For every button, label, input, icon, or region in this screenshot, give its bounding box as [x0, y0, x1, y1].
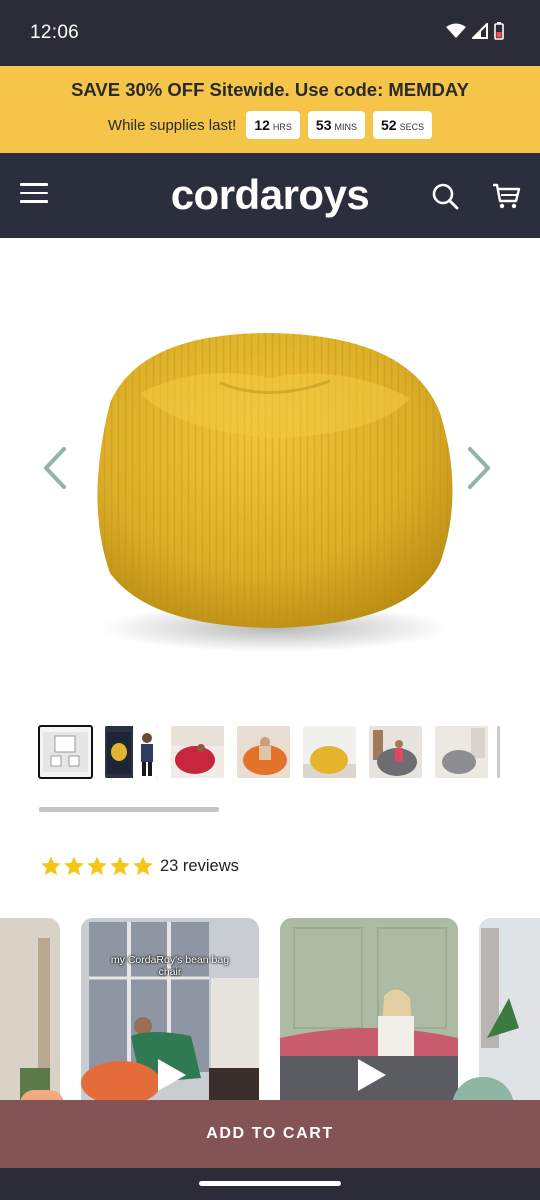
- video-card-partial[interactable]: [0, 918, 60, 1100]
- star-icon: [133, 856, 153, 876]
- star-icon: [110, 856, 130, 876]
- promo-banner[interactable]: SAVE 30% OFF Sitewide. Use code: MEMDAY …: [0, 66, 540, 153]
- video-caption: my CordaRoy's bean bag chair: [110, 954, 230, 978]
- status-time: 12:06: [30, 22, 80, 43]
- play-icon[interactable]: [350, 1055, 390, 1095]
- status-icons: [446, 22, 504, 40]
- cell-signal-icon: [472, 23, 488, 39]
- promo-countdown-row: While supplies last! 12 HRS 53 MINS 52 S…: [0, 111, 540, 139]
- cart-icon[interactable]: [491, 181, 521, 211]
- thumbnail-partial[interactable]: [497, 726, 500, 778]
- chevron-left-icon[interactable]: [38, 443, 72, 493]
- timer-hours-unit: HRS: [272, 122, 292, 132]
- thumbnail[interactable]: [105, 726, 158, 778]
- timer-minutes: 53 MINS: [307, 111, 365, 139]
- thumbnail-scrollbar[interactable]: [39, 807, 219, 812]
- timer-hours: 12 HRS: [246, 111, 300, 139]
- timer-seconds-unit: SECS: [399, 122, 425, 132]
- system-nav-bar: [0, 1168, 540, 1200]
- timer-hours-value: 12: [254, 117, 270, 133]
- star-icon: [87, 856, 107, 876]
- wifi-icon: [446, 23, 466, 38]
- site-header: cordaroys: [0, 153, 540, 238]
- thumbnail[interactable]: [435, 726, 488, 778]
- search-icon[interactable]: [430, 181, 460, 211]
- video-card[interactable]: my CordaRoy's bean bag chair: [81, 918, 259, 1100]
- thumbnail[interactable]: [237, 726, 290, 778]
- review-count[interactable]: 23 reviews: [160, 857, 239, 876]
- video-carousel: my CordaRoy's bean bag chair: [0, 918, 540, 1100]
- video-card[interactable]: [280, 918, 458, 1100]
- thumbnail[interactable]: [369, 726, 422, 778]
- product-rating[interactable]: 23 reviews: [40, 855, 239, 877]
- add-to-cart-button[interactable]: ADD TO CART: [0, 1100, 540, 1168]
- thumbnail[interactable]: [171, 726, 224, 778]
- battery-icon: [494, 22, 504, 40]
- timer-minutes-unit: MINS: [334, 122, 357, 132]
- timer-seconds-value: 52: [380, 117, 397, 133]
- timer-seconds: 52 SECS: [372, 111, 433, 139]
- timer-minutes-value: 53: [315, 117, 332, 133]
- promo-headline: SAVE 30% OFF Sitewide. Use code: MEMDAY: [71, 79, 469, 100]
- star-icon: [64, 856, 84, 876]
- video-card-partial[interactable]: [479, 918, 540, 1100]
- thumbnail-strip: [38, 725, 488, 779]
- play-icon[interactable]: [150, 1055, 190, 1095]
- rating-stars: [40, 855, 154, 877]
- star-icon: [41, 856, 61, 876]
- thumbnail[interactable]: [38, 725, 93, 779]
- product-image[interactable]: [80, 323, 465, 653]
- thumbnail[interactable]: [303, 726, 356, 778]
- product-gallery: [0, 238, 540, 708]
- status-bar: 12:06: [0, 0, 540, 66]
- home-gesture-pill[interactable]: [199, 1181, 341, 1186]
- chevron-right-icon[interactable]: [462, 443, 496, 493]
- promo-subtext: While supplies last!: [107, 116, 237, 134]
